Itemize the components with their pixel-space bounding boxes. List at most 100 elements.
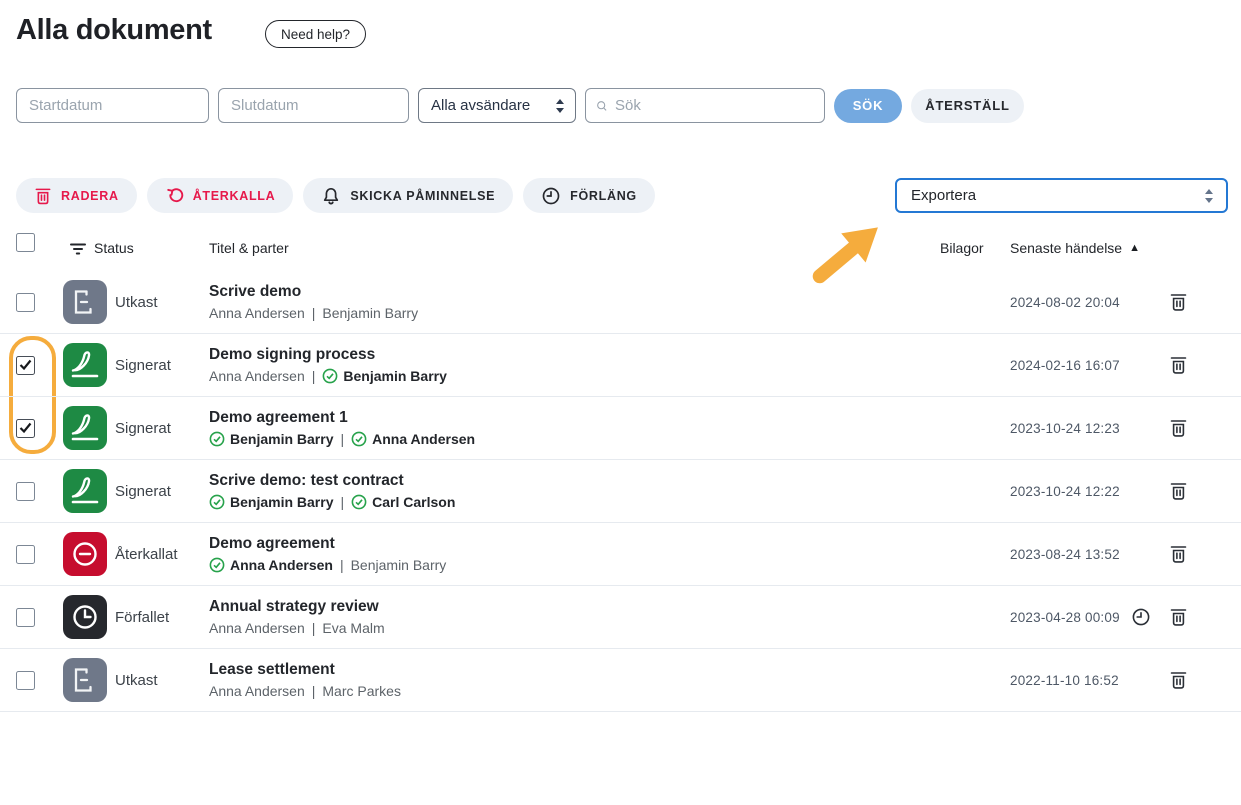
select-all-checkbox[interactable] xyxy=(16,233,35,252)
row-checkbox[interactable] xyxy=(16,356,35,375)
document-title[interactable]: Lease settlement xyxy=(209,661,401,679)
document-title[interactable]: Demo agreement xyxy=(209,535,446,553)
row-checkbox-input[interactable] xyxy=(16,419,35,438)
table-row: Signerat Scrive demo: test contract Benj… xyxy=(0,460,1241,523)
trash-icon xyxy=(1169,607,1188,627)
party-name: Anna Andersen xyxy=(209,683,305,699)
status-signed-icon xyxy=(63,343,107,387)
document-cell: Demo signing process Anna Andersen | Ben… xyxy=(209,346,447,384)
signed-check-icon xyxy=(209,494,225,510)
column-header-last-event-label: Senaste händelse xyxy=(1010,240,1122,256)
select-all-checkbox-input[interactable] xyxy=(16,233,35,252)
table-row: Utkast Lease settlement Anna Andersen | … xyxy=(0,649,1241,712)
table-row: Signerat Demo agreement 1 Benjamin Barry… xyxy=(0,397,1241,460)
delete-row-button[interactable] xyxy=(1169,418,1188,438)
document-parties: Benjamin Barry | Carl Carlson xyxy=(209,494,455,510)
delete-row-button[interactable] xyxy=(1169,292,1188,312)
row-actions xyxy=(1169,397,1188,459)
start-date-input[interactable] xyxy=(16,88,209,123)
delete-row-button[interactable] xyxy=(1169,607,1188,627)
document-title[interactable]: Annual strategy review xyxy=(209,598,385,616)
export-select-value: Exportera xyxy=(911,187,976,204)
last-event-date: 2023-08-24 13:52 xyxy=(1010,523,1120,585)
delete-row-button[interactable] xyxy=(1169,355,1188,375)
signed-check-icon xyxy=(322,368,338,384)
row-checkbox-input[interactable] xyxy=(16,482,35,501)
trash-icon xyxy=(1169,292,1188,312)
row-checkbox-input[interactable] xyxy=(16,671,35,690)
document-parties: Anna Andersen | Benjamin Barry xyxy=(209,557,446,573)
party-separator: | xyxy=(340,431,344,447)
search-button[interactable]: SÖK xyxy=(834,89,902,123)
delete-row-button[interactable] xyxy=(1169,544,1188,564)
document-parties: Anna Andersen | Benjamin Barry xyxy=(209,368,447,384)
page-title: Alla dokument xyxy=(16,14,212,47)
signed-check-icon xyxy=(209,557,225,573)
clock-icon xyxy=(541,186,561,206)
search-input[interactable] xyxy=(615,97,814,114)
party-name-signed: Benjamin Barry xyxy=(322,368,446,384)
end-date-input[interactable] xyxy=(218,88,409,123)
party-name-signed: Benjamin Barry xyxy=(209,494,333,510)
column-header-last-event[interactable]: Senaste händelse ▲ xyxy=(1010,240,1140,256)
signed-check-icon xyxy=(209,431,225,447)
party-separator: | xyxy=(340,494,344,510)
extend-button[interactable]: FÖRLÄNG xyxy=(523,178,655,213)
status-expired-icon xyxy=(63,595,107,639)
recall-button[interactable]: ÅTERKALLA xyxy=(147,178,294,213)
table-header: Status Titel & parter Bilagor Senaste hä… xyxy=(0,232,1241,264)
document-title[interactable]: Scrive demo xyxy=(209,283,418,301)
row-checkbox[interactable] xyxy=(16,545,35,564)
trash-icon xyxy=(1169,544,1188,564)
row-checkbox[interactable] xyxy=(16,671,35,690)
status-draft-icon xyxy=(63,280,107,324)
status-label: Signerat xyxy=(115,460,171,522)
document-title[interactable]: Demo signing process xyxy=(209,346,447,364)
row-checkbox[interactable] xyxy=(16,419,35,438)
row-actions xyxy=(1169,271,1188,333)
delete-button[interactable]: RADERA xyxy=(16,178,137,213)
document-table: Utkast Scrive demo Anna Andersen | Benja… xyxy=(0,271,1241,712)
export-select[interactable]: Exportera xyxy=(895,178,1228,213)
row-checkbox-input[interactable] xyxy=(16,608,35,627)
sender-filter-value: Alla avsändare xyxy=(431,97,530,114)
row-checkbox[interactable] xyxy=(16,482,35,501)
row-checkbox-input[interactable] xyxy=(16,356,35,375)
party-name-signed: Carl Carlson xyxy=(351,494,455,510)
party-separator: | xyxy=(312,305,316,321)
document-cell: Lease settlement Anna Andersen | Marc Pa… xyxy=(209,661,401,699)
row-actions xyxy=(1169,649,1188,711)
extend-row-button[interactable] xyxy=(1131,607,1151,627)
column-header-title-parties: Titel & parter xyxy=(209,240,289,256)
document-title[interactable]: Scrive demo: test contract xyxy=(209,472,455,490)
signed-check-icon xyxy=(351,431,367,447)
party-separator: | xyxy=(312,620,316,636)
row-actions xyxy=(1131,586,1188,648)
party-name: Eva Malm xyxy=(322,620,384,636)
row-checkbox[interactable] xyxy=(16,293,35,312)
document-cell: Demo agreement 1 Benjamin Barry | Anna A… xyxy=(209,409,475,447)
reset-button[interactable]: ÅTERSTÄLL xyxy=(911,89,1024,123)
party-separator: | xyxy=(312,683,316,699)
need-help-button[interactable]: Need help? xyxy=(265,20,366,48)
undo-arrow-icon xyxy=(165,186,184,205)
party-name: Anna Andersen xyxy=(209,305,305,321)
party-separator: | xyxy=(340,557,344,573)
row-checkbox-input[interactable] xyxy=(16,293,35,312)
trash-icon xyxy=(34,186,52,206)
row-checkbox-input[interactable] xyxy=(16,545,35,564)
send-reminder-button[interactable]: SKICKA PÅMINNELSE xyxy=(303,178,513,213)
table-row: Förfallet Annual strategy review Anna An… xyxy=(0,586,1241,649)
sender-filter-select[interactable]: Alla avsändare xyxy=(418,88,576,123)
status-signed-icon xyxy=(63,469,107,513)
row-checkbox[interactable] xyxy=(16,608,35,627)
delete-row-button[interactable] xyxy=(1169,481,1188,501)
status-revoked-icon xyxy=(63,532,107,576)
status-label: Signerat xyxy=(115,334,171,396)
document-title[interactable]: Demo agreement 1 xyxy=(209,409,475,427)
row-actions xyxy=(1169,334,1188,396)
delete-row-button[interactable] xyxy=(1169,670,1188,690)
party-name: Benjamin Barry xyxy=(322,305,418,321)
table-row: Utkast Scrive demo Anna Andersen | Benja… xyxy=(0,271,1241,334)
column-header-status[interactable]: Status xyxy=(70,240,134,256)
